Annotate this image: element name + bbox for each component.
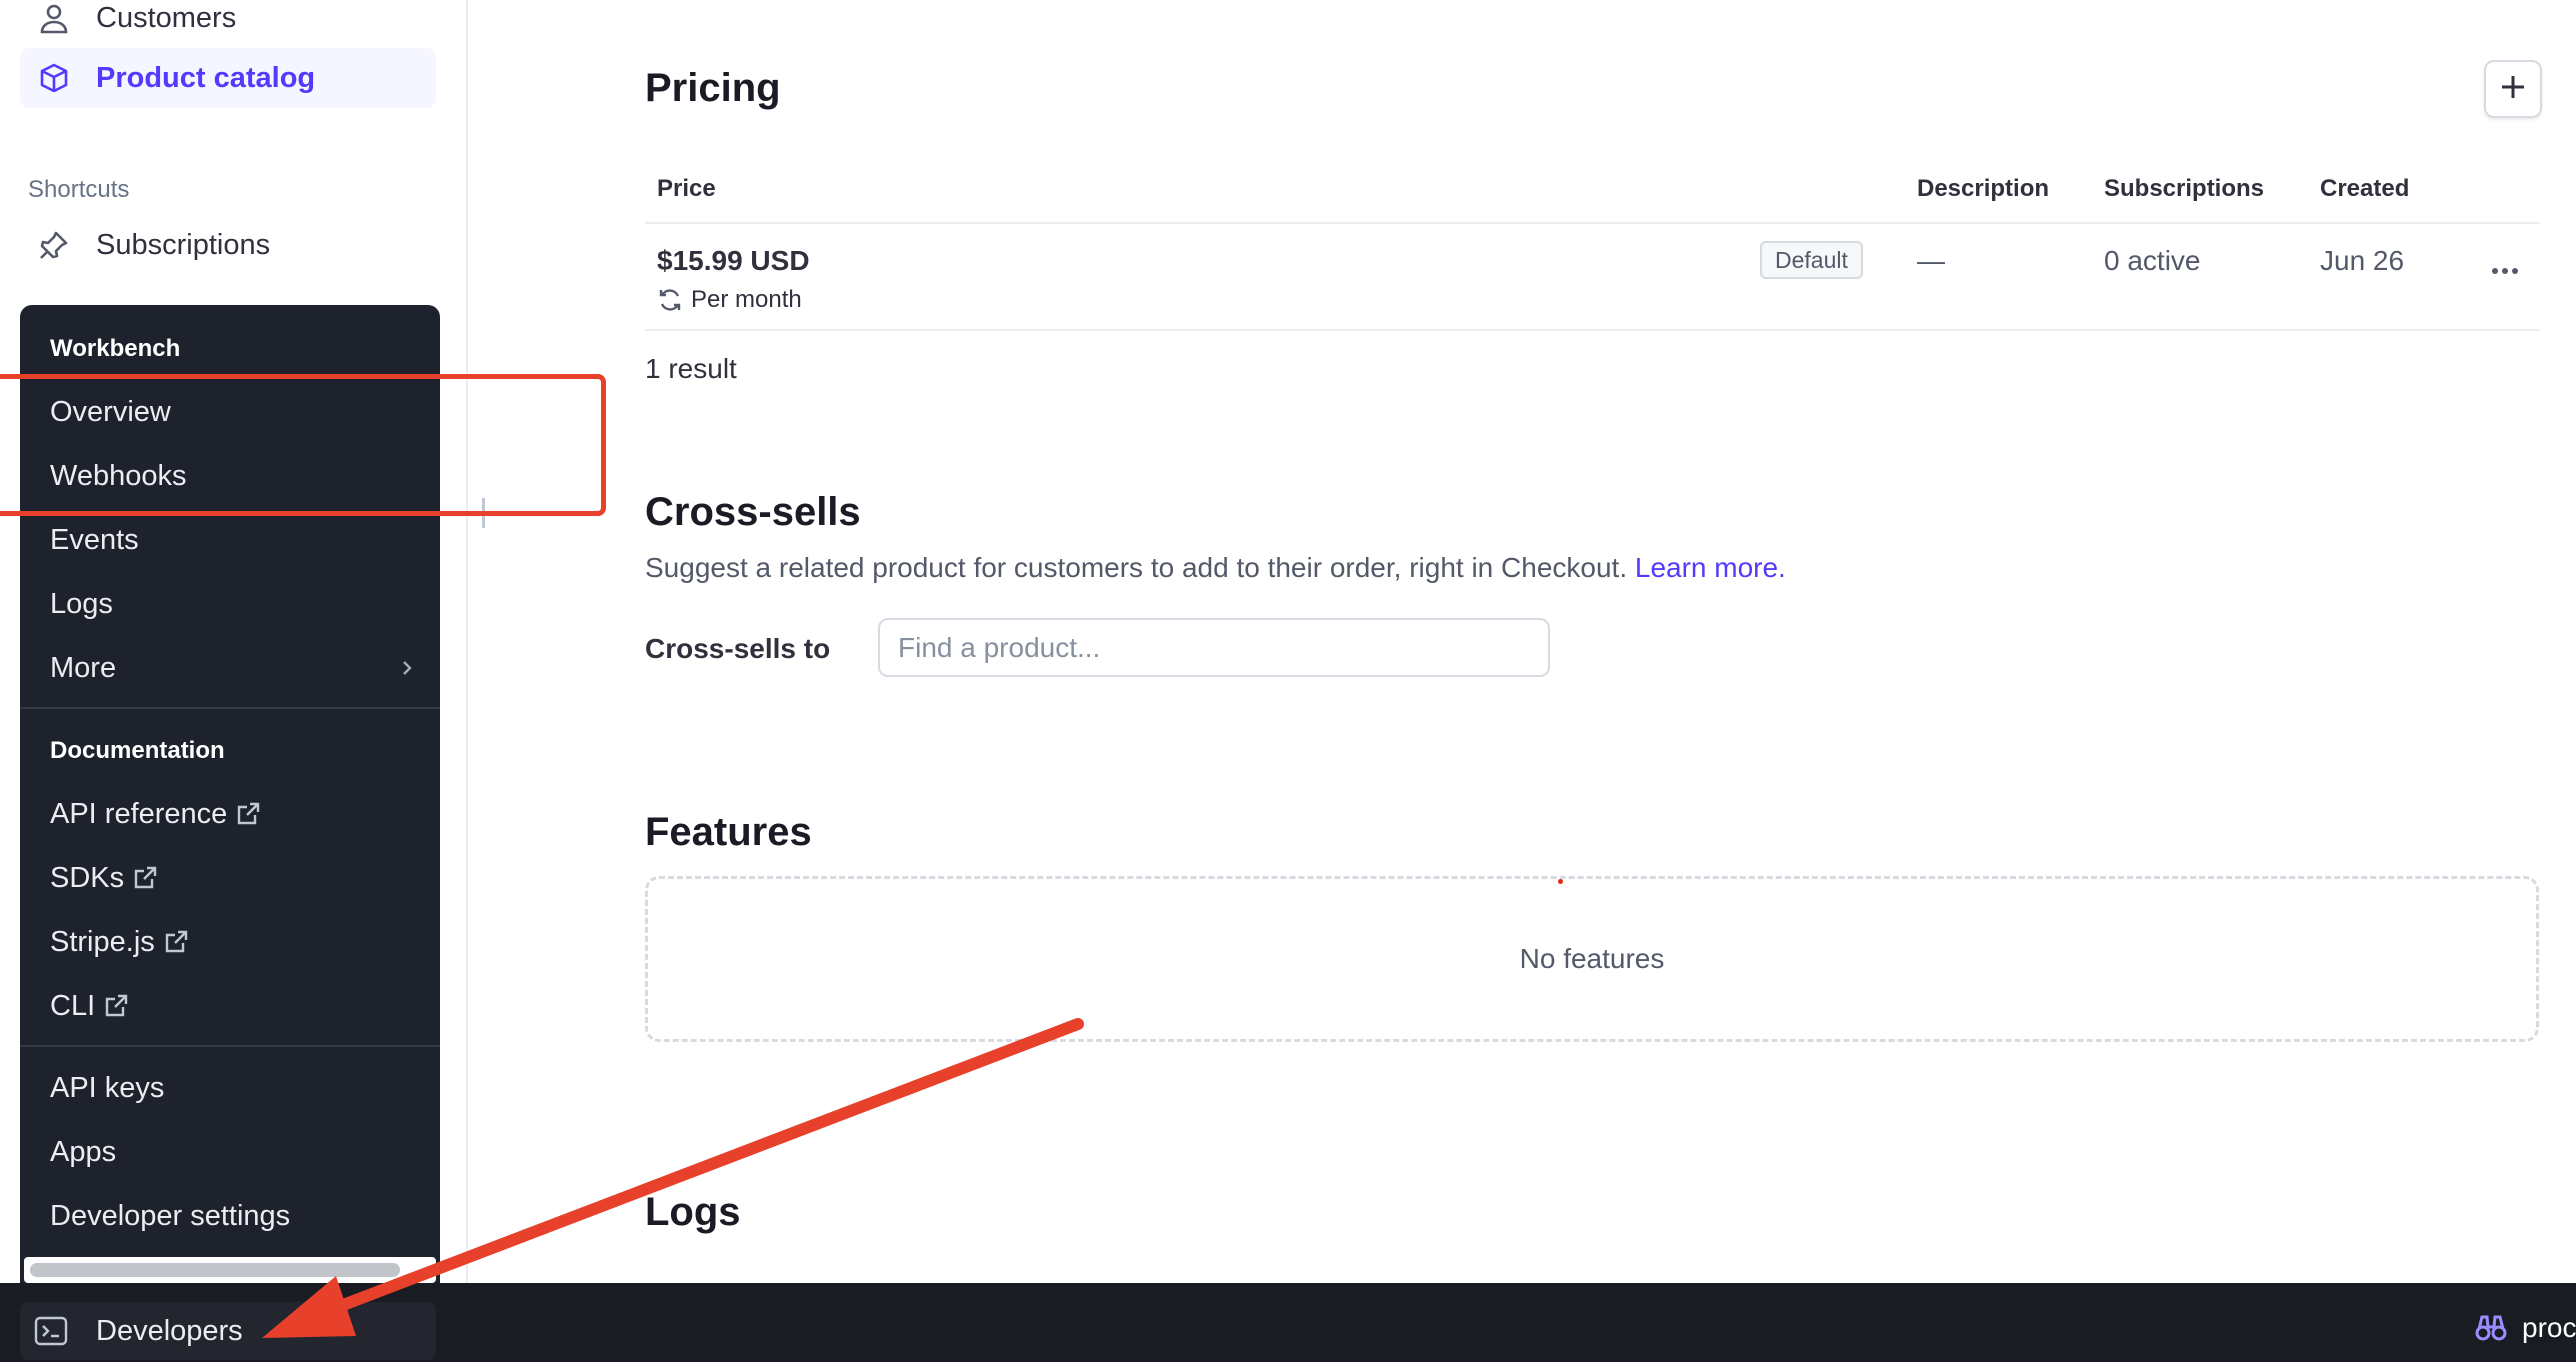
find-product-input[interactable] (878, 618, 1550, 677)
sidebar-item-product-catalog[interactable]: Product catalog (20, 48, 436, 108)
sidebar-item-customers[interactable]: Customers (20, 0, 436, 48)
external-link-icon (235, 801, 261, 827)
menu-item-api-reference[interactable]: API reference (20, 787, 440, 841)
logs-heading: Logs (645, 1190, 741, 1234)
developers-button[interactable]: Developers (20, 1302, 436, 1360)
menu-item-cli[interactable]: CLI (20, 979, 440, 1033)
menu-item-stripe-js[interactable]: Stripe.js (20, 915, 440, 969)
features-empty-state: No features (645, 876, 2539, 1042)
menu-item-events[interactable]: Events (20, 513, 440, 567)
default-badge: Default (1760, 241, 1863, 279)
column-header-created: Created (2320, 175, 2410, 202)
more-options-icon[interactable] (2492, 262, 2518, 280)
menu-divider (20, 707, 440, 709)
table-divider (645, 222, 2540, 224)
menu-item-label: API reference (50, 797, 228, 830)
pin-icon (36, 227, 72, 263)
menu-item-more[interactable]: More (20, 641, 440, 695)
menu-item-label: CLI (50, 989, 96, 1022)
binoculars-icon (2474, 1313, 2508, 1343)
menu-item-developer-settings[interactable]: Developer settings (20, 1189, 440, 1243)
price-amount: $15.99 USD (657, 245, 810, 276)
price-subscriptions: 0 active (2104, 245, 2201, 276)
menu-item-label: Stripe.js (50, 925, 155, 958)
result-count: 1 result (645, 353, 737, 384)
bottom-right-item[interactable]: proc (2474, 1312, 2576, 1344)
cube-icon (36, 60, 72, 96)
bottom-right-label: proc (2522, 1312, 2576, 1343)
price-interval-label: Per month (691, 286, 802, 313)
sidebar-item-label: Subscriptions (96, 228, 271, 261)
shortcuts-heading: Shortcuts (28, 176, 130, 203)
cursor-dot (1558, 879, 1563, 884)
developers-label: Developers (96, 1314, 243, 1347)
recurring-icon (657, 287, 683, 313)
column-header-description: Description (1917, 175, 2050, 202)
pricing-heading: Pricing (645, 66, 781, 110)
sidebar-item-label: Product catalog (96, 61, 316, 94)
annotation-highlight-box (0, 374, 606, 516)
cross-sells-description: Suggest a related product for customers … (645, 552, 1786, 584)
menu-scrollbar[interactable] (24, 1257, 436, 1283)
menu-item-label: More (50, 651, 117, 684)
cross-sells-description-text: Suggest a related product for customers … (645, 552, 1628, 583)
sidebar-item-subscriptions[interactable]: Subscriptions (20, 215, 436, 275)
table-divider (645, 329, 2540, 331)
menu-item-logs[interactable]: Logs (20, 577, 440, 631)
sidebar-item-label: Customers (96, 1, 237, 34)
scrollbar-thumb[interactable] (30, 1263, 400, 1277)
external-link-icon (103, 993, 129, 1019)
menu-item-apps[interactable]: Apps (20, 1125, 440, 1179)
chevron-right-icon (400, 655, 414, 688)
no-features-text: No features (1519, 943, 1665, 974)
features-heading: Features (645, 810, 812, 854)
add-price-button[interactable] (2484, 60, 2542, 118)
cross-sells-to-label: Cross-sells to (645, 633, 831, 664)
menu-item-api-keys[interactable]: API keys (20, 1061, 440, 1115)
workbench-heading: Workbench (50, 335, 181, 362)
plus-icon (2499, 73, 2527, 106)
learn-more-link[interactable]: Learn more. (1635, 552, 1786, 583)
price-description: — (1917, 245, 1945, 276)
price-created: Jun 26 (2320, 245, 2405, 276)
terminal-icon (34, 1316, 68, 1346)
price-interval: Per month (657, 286, 802, 314)
menu-item-sdks[interactable]: SDKs (20, 851, 440, 905)
external-link-icon (163, 929, 189, 955)
documentation-heading: Documentation (50, 737, 225, 764)
menu-item-label: SDKs (50, 861, 125, 894)
cross-sells-heading: Cross-sells (645, 490, 861, 534)
person-icon (36, 0, 72, 36)
menu-divider (20, 1045, 440, 1047)
column-header-price: Price (657, 175, 716, 202)
external-link-icon (132, 865, 158, 891)
column-header-subscriptions: Subscriptions (2104, 175, 2265, 202)
